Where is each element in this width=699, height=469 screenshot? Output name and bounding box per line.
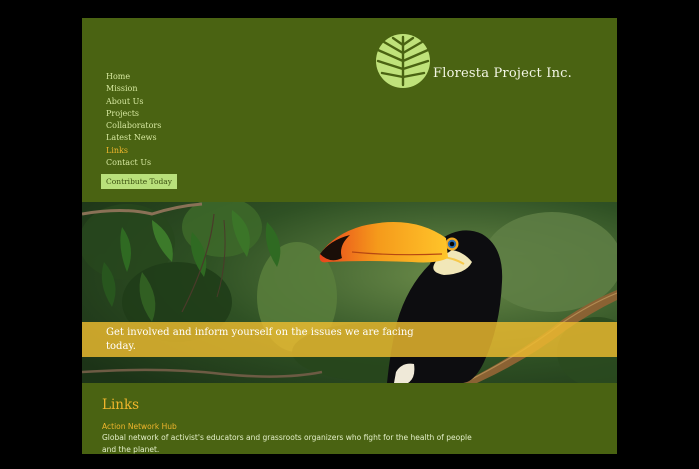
section-heading: Links bbox=[102, 397, 140, 413]
nav-item-collaborators[interactable]: Collaborators bbox=[106, 120, 161, 132]
brand-name: Floresta Project Inc. bbox=[433, 66, 572, 81]
hero-banner-text: Get involved and inform yourself on the … bbox=[106, 327, 414, 352]
page: Home Mission About Us Projects Collabora… bbox=[82, 18, 617, 454]
nav-item-latest-news[interactable]: Latest News bbox=[106, 132, 161, 144]
nav-item-contact-us[interactable]: Contact Us bbox=[106, 157, 161, 169]
contribute-button[interactable]: Contribute Today bbox=[101, 174, 177, 189]
nav-item-links[interactable]: Links bbox=[106, 145, 161, 157]
nav-item-home[interactable]: Home bbox=[106, 71, 161, 83]
link-title[interactable]: Action Network Hub bbox=[102, 422, 177, 431]
nav-item-projects[interactable]: Projects bbox=[106, 108, 161, 120]
nav-item-about-us[interactable]: About Us bbox=[106, 96, 161, 108]
leaf-logo-icon[interactable] bbox=[375, 33, 431, 89]
main-nav: Home Mission About Us Projects Collabora… bbox=[106, 71, 161, 169]
nav-item-mission[interactable]: Mission bbox=[106, 83, 161, 95]
link-description: Global network of activist's educators a… bbox=[102, 433, 472, 454]
